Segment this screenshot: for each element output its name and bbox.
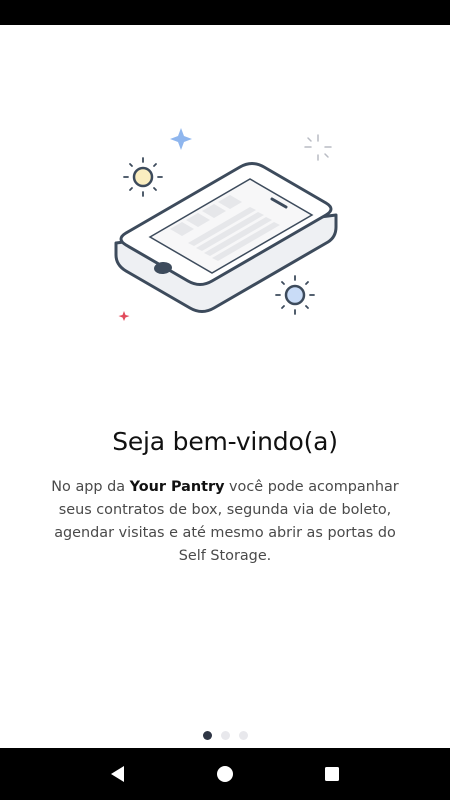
onboarding-screen: Seja bem-vindo(a) No app da Your Pantry … — [0, 25, 450, 748]
navigation-bar — [0, 748, 450, 800]
sparkle-blue-icon — [170, 128, 192, 150]
home-circle-icon — [216, 766, 233, 782]
back-button[interactable] — [98, 754, 138, 794]
page-dot-3[interactable] — [238, 731, 248, 740]
back-triangle-icon — [111, 766, 125, 782]
welcome-description: No app da Your Pantry você pode acompanh… — [40, 476, 410, 568]
welcome-title: Seja bem-vindo(a) — [112, 427, 338, 456]
brand-name: Your Pantry — [129, 479, 225, 495]
sun-yellow-icon — [123, 157, 163, 197]
phone-illustration — [114, 128, 338, 321]
description-text-start: No app da — [51, 479, 130, 495]
recents-button[interactable] — [312, 754, 352, 794]
sun-blue-icon — [275, 275, 315, 315]
home-button[interactable] — [205, 754, 245, 794]
page-dot-2[interactable] — [220, 731, 230, 740]
page-dot-1[interactable] — [202, 731, 212, 740]
recents-square-icon — [324, 767, 339, 781]
rays-icon — [304, 134, 332, 161]
sparkle-red-icon — [118, 311, 130, 321]
status-bar — [0, 0, 450, 25]
page-indicator — [0, 731, 450, 741]
